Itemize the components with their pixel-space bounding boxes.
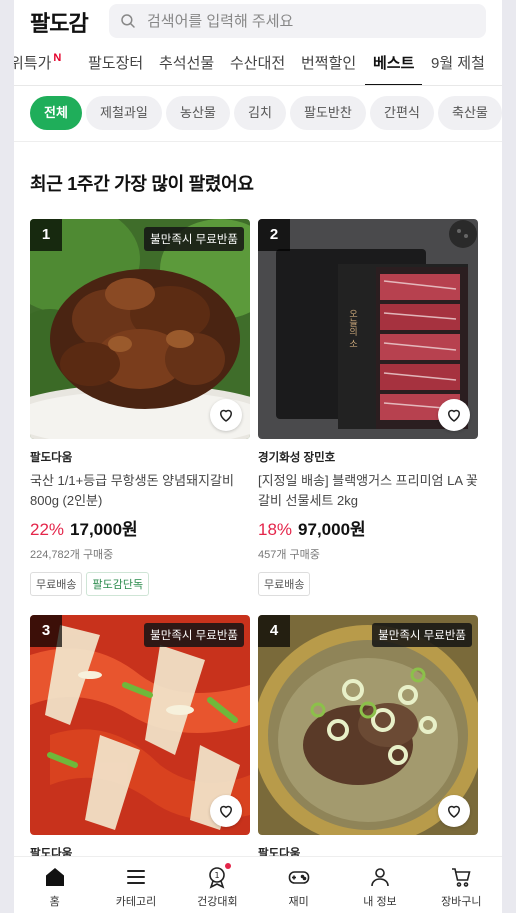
price-row: 18% 97,000원 bbox=[258, 515, 478, 540]
box-brand-text: 오늘의 소 bbox=[347, 309, 357, 348]
free-shipping-badge: 무료배송 bbox=[258, 572, 311, 596]
heart-icon bbox=[448, 409, 460, 422]
product-card[interactable]: 3 불만족시 무료반품 팔도다움 bbox=[30, 615, 250, 861]
nav-health-contest[interactable]: 1 건강대회 bbox=[177, 857, 258, 913]
new-badge: N bbox=[53, 52, 62, 64]
chip-convenience-food[interactable]: 간편식 bbox=[370, 96, 434, 130]
return-policy-badge: 불만족시 무료반품 bbox=[372, 623, 472, 647]
user-icon bbox=[371, 868, 389, 887]
chip-produce[interactable]: 농산물 bbox=[166, 96, 230, 130]
seller-name: 경기화성 장민호 bbox=[258, 452, 336, 464]
cart-icon bbox=[452, 868, 471, 887]
wishlist-button[interactable] bbox=[210, 795, 242, 827]
header: 팔도감 bbox=[14, 0, 502, 44]
product-image-wrap[interactable]: 3 불만족시 무료반품 bbox=[30, 615, 250, 835]
menu-icon bbox=[126, 870, 145, 884]
product-card[interactable]: 오늘의 소 2 경기화성 장민호 [지정일 배송] 블랙앵거스 프리미엄 LA … bbox=[258, 219, 478, 596]
home-icon bbox=[45, 868, 64, 886]
tab-seafood-fair[interactable]: 수산대전 bbox=[230, 46, 285, 85]
wishlist-button[interactable] bbox=[210, 399, 242, 431]
seller-name: 팔도다움 bbox=[30, 452, 73, 464]
wishlist-button[interactable] bbox=[438, 399, 470, 431]
product-name[interactable]: 국산 1/1+등급 무항생돈 양념돼지갈비 800g (2인분) bbox=[30, 471, 250, 511]
nav-category[interactable]: 카테고리 bbox=[95, 857, 176, 913]
rank-badge: 1 bbox=[30, 219, 62, 251]
nav-label: 재미 bbox=[288, 896, 309, 908]
chip-seasonal-fruit[interactable]: 제철과일 bbox=[86, 96, 162, 130]
wishlist-button[interactable] bbox=[438, 795, 470, 827]
nav-label: 홈 bbox=[49, 896, 60, 908]
filter-chips: 전체 제철과일 농산물 김치 팔도반찬 간편식 축산물 bbox=[14, 94, 502, 134]
heart-icon bbox=[220, 409, 232, 422]
medal-number: 1 bbox=[215, 871, 220, 880]
nav-home[interactable]: 홈 bbox=[14, 857, 95, 913]
heart-icon bbox=[448, 805, 460, 818]
tab-paldo-market[interactable]: 팔도장터 bbox=[88, 46, 143, 85]
gamepad-icon bbox=[288, 871, 309, 884]
chip-kimchi[interactable]: 김치 bbox=[234, 96, 286, 130]
tab-special-deal[interactable]: 위특가 N bbox=[14, 46, 62, 85]
rank-badge: 2 bbox=[258, 219, 290, 251]
tab-label: 위특가 bbox=[14, 55, 52, 72]
return-policy-badge: 불만족시 무료반품 bbox=[144, 227, 244, 251]
purchase-count: 224,782개 구매중 bbox=[30, 549, 114, 561]
app-logo[interactable]: 팔도감 bbox=[30, 6, 89, 38]
nav-fun[interactable]: 재미 bbox=[258, 857, 339, 913]
chip-all[interactable]: 전체 bbox=[30, 96, 82, 130]
product-badges: 무료배송 bbox=[258, 572, 478, 596]
search-input[interactable] bbox=[147, 12, 447, 30]
notification-dot bbox=[225, 863, 232, 869]
return-policy-badge: 불만족시 무료반품 bbox=[144, 623, 244, 647]
nav-label: 건강대회 bbox=[197, 896, 238, 908]
product-card[interactable]: 1 불만족시 무료반품 팔도다움 국산 1/1+등급 무항생돈 양념돼지갈비 8… bbox=[30, 219, 250, 596]
heart-icon bbox=[220, 805, 232, 818]
product-image-wrap[interactable]: 1 불만족시 무료반품 bbox=[30, 219, 250, 439]
exclusive-badge: 팔도감단독 bbox=[86, 572, 150, 596]
free-shipping-badge: 무료배송 bbox=[30, 572, 83, 596]
tab-september-season[interactable]: 9월 제철 bbox=[431, 46, 485, 85]
section-divider bbox=[14, 141, 502, 142]
tab-flash-sale[interactable]: 번쩍할인 bbox=[301, 46, 356, 85]
tab-best[interactable]: 베스트 bbox=[364, 46, 423, 85]
tab-chuseok-gift[interactable]: 추석선물 bbox=[159, 46, 214, 85]
rank-badge: 3 bbox=[30, 615, 62, 647]
bottom-nav: 홈 카테고리 1 건강대회 재미 내 정보 장바구니 bbox=[14, 856, 502, 913]
nav-label: 카테고리 bbox=[115, 896, 157, 908]
nav-cart[interactable]: 장바구니 bbox=[421, 857, 502, 913]
purchase-count: 457개 구매중 bbox=[258, 549, 320, 561]
rank-badge: 4 bbox=[258, 615, 290, 647]
discount-rate: 18% bbox=[258, 520, 293, 539]
nav-my-info[interactable]: 내 정보 bbox=[339, 857, 420, 913]
section-title: 최근 1주간 가장 많이 팔렸어요 bbox=[30, 174, 254, 194]
sale-price: 17,000원 bbox=[70, 520, 138, 539]
product-badges: 무료배송 팔도감단독 bbox=[30, 572, 250, 596]
chip-meat[interactable]: 축산물 bbox=[438, 96, 502, 130]
sale-price: 97,000원 bbox=[298, 520, 366, 539]
product-name[interactable]: [지정일 배송] 블랙앵거스 프리미엄 LA 꽃갈비 선물세트 2kg bbox=[258, 471, 478, 511]
category-tabs: 위특가 N 팔도장터 추석선물 수산대전 번쩍할인 베스트 9월 제철 bbox=[14, 46, 502, 86]
search-bar[interactable] bbox=[109, 4, 486, 38]
search-icon bbox=[121, 14, 135, 28]
app-screen: 팔도감 위특가N 팔도장터 추석선물 수산대전 번쩍할인 베스트 9월 제철 전… bbox=[14, 0, 502, 913]
product-card[interactable]: 4 불만족시 무료반품 팔도다움 bbox=[258, 615, 478, 861]
nav-label: 장바구니 bbox=[441, 896, 482, 908]
chip-side-dishes[interactable]: 팔도반찬 bbox=[290, 96, 366, 130]
price-row: 22% 17,000원 bbox=[30, 515, 250, 540]
nav-label: 내 정보 bbox=[363, 896, 397, 908]
discount-rate: 22% bbox=[30, 520, 65, 539]
product-image-wrap[interactable]: 4 불만족시 무료반품 bbox=[258, 615, 478, 835]
product-image-wrap[interactable]: 오늘의 소 2 bbox=[258, 219, 478, 439]
